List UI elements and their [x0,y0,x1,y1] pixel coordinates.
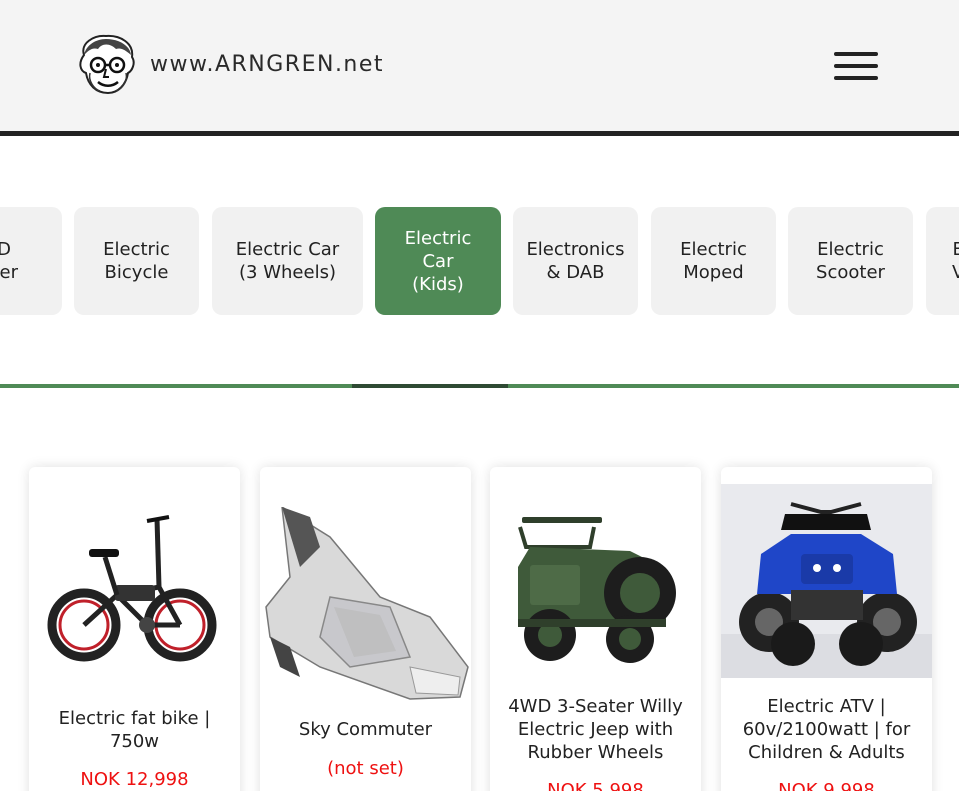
hamburger-icon[interactable] [834,52,878,80]
caricature-logo[interactable] [76,33,138,97]
product-card[interactable]: Electric fat bike | 750w NOK 12,998 [29,467,240,791]
category-item-electric-moped[interactable]: Electric Moped [651,207,776,315]
site-name[interactable]: www.ARNGREN.net [150,52,384,77]
category-item-electric-car-kids[interactable]: Electric Car (Kids) [375,207,501,315]
carousel-scroll-indicator[interactable] [352,384,508,388]
product-price: NOK 12,998 [80,769,189,790]
product-title[interactable]: 4WD 3-Seater Willy Electric Jeep with Ru… [498,695,693,764]
product-title[interactable]: Electric fat bike | 750w [37,707,232,753]
category-item-electric-bicycle[interactable]: Electric Bicycle [74,207,199,315]
product-title[interactable]: Sky Commuter [268,718,463,741]
product-price: NOK 9,998 [778,780,875,791]
category-item-electric-car-3-wheels[interactable]: Electric Car (3 Wheels) [212,207,363,315]
hamburger-bar [834,52,878,56]
hamburger-bar [834,76,878,80]
category-item-partial-right[interactable]: E V [926,207,959,315]
site-header: www.ARNGREN.net [0,0,959,131]
product-image [47,515,217,662]
product-card[interactable]: Electric ATV | 60v/2100watt | for Childr… [721,467,932,791]
product-price: NOK 5,998 [547,780,644,791]
category-item-electronics-dab[interactable]: Electronics & DAB [513,207,638,315]
product-image [265,507,469,700]
product-card[interactable]: 4WD 3-Seater Willy Electric Jeep with Ru… [490,467,701,791]
product-image [518,517,676,663]
product-card[interactable]: Sky Commuter (not set) [260,467,471,791]
product-title[interactable]: Electric ATV | 60v/2100watt | for Childr… [729,695,924,764]
product-price: (not set) [327,758,404,779]
category-item-electric-scooter[interactable]: Electric Scooter [788,207,913,315]
category-carousel[interactable]: VD ayer Electric Bicycle Electric Car (3… [0,137,959,387]
product-image [721,484,932,678]
category-item-partial-left[interactable]: VD ayer [0,207,62,315]
hamburger-bar [834,64,878,68]
header-divider [0,131,959,136]
